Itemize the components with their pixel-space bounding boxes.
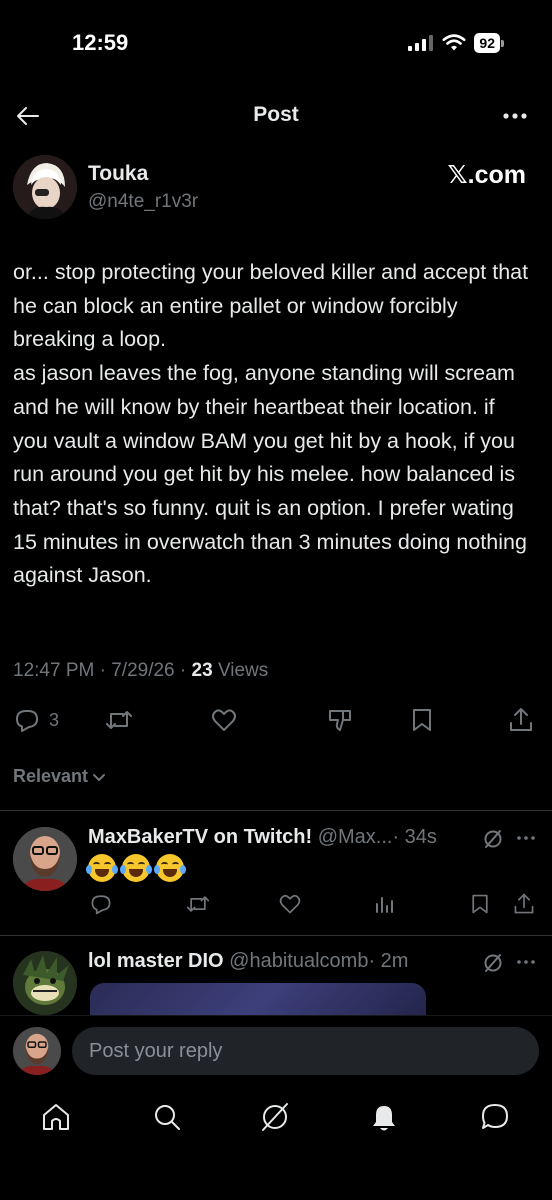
more-icon xyxy=(503,113,527,119)
author-name[interactable]: Touka xyxy=(88,162,148,186)
like-button[interactable] xyxy=(210,706,238,734)
bookmark-icon[interactable] xyxy=(469,892,491,916)
battery-indicator: 92 xyxy=(474,33,504,53)
downvote-button[interactable] xyxy=(326,706,354,734)
reply-author-handle[interactable]: @Max... xyxy=(318,826,393,848)
laughing-emoji xyxy=(154,854,186,882)
reply-header: lol master DIO @habitualcomb· 2m xyxy=(88,950,408,973)
reply-input[interactable] xyxy=(72,1027,539,1075)
repost-icon[interactable] xyxy=(185,892,211,916)
divider xyxy=(0,810,552,811)
views-count: 23 xyxy=(191,660,213,681)
tab-notifications[interactable] xyxy=(367,1100,401,1134)
compose-avatar xyxy=(13,1027,61,1075)
views-label: Views xyxy=(217,660,269,681)
post-time: 12:47 PM xyxy=(13,660,95,681)
repost-icon xyxy=(106,711,132,729)
reply-button[interactable]: 3 xyxy=(13,706,59,734)
bookmark-icon xyxy=(413,709,431,731)
author-handle[interactable]: @n4te_r1v3r xyxy=(88,191,198,213)
like-icon[interactable] xyxy=(278,892,302,916)
tab-messages[interactable] xyxy=(478,1100,512,1134)
reply-count: 3 xyxy=(49,709,60,730)
reply-header: MaxBakerTV on Twitch! @Max...· 34s xyxy=(88,826,437,849)
post-metadata: 12:47 PM · 7/29/26 · 23 Views xyxy=(13,660,268,682)
downvote-icon xyxy=(329,710,351,731)
signal-icon xyxy=(408,35,434,51)
repost-button[interactable] xyxy=(104,706,134,734)
share-icon[interactable] xyxy=(512,892,536,916)
like-icon xyxy=(212,709,236,731)
wifi-icon xyxy=(442,34,466,51)
reply-time: · 2m xyxy=(368,950,409,972)
views-icon[interactable] xyxy=(373,892,397,916)
status-time: 12:59 xyxy=(72,30,129,55)
author-avatar[interactable] xyxy=(13,155,77,219)
sort-replies-dropdown[interactable]: Relevant xyxy=(13,766,106,787)
divider xyxy=(0,935,552,936)
battery-level: 92 xyxy=(474,33,500,53)
laughing-emoji xyxy=(120,854,152,882)
meta-separator: · xyxy=(99,660,106,681)
home-icon xyxy=(43,1104,69,1130)
reply-author-name[interactable]: MaxBakerTV on Twitch! xyxy=(88,826,312,848)
tab-home[interactable] xyxy=(39,1100,73,1134)
grok-icon[interactable] xyxy=(482,828,504,850)
reply-text xyxy=(86,854,186,882)
reply-avatar[interactable] xyxy=(13,827,77,891)
reply-author-name[interactable]: lol master DIO xyxy=(88,950,224,972)
reply-time: · 34s xyxy=(392,826,437,848)
laughing-emoji xyxy=(86,854,118,882)
reply-author-handle[interactable]: @habitualcomb xyxy=(229,950,368,972)
post-date: 7/29/26 xyxy=(111,660,175,681)
share-icon xyxy=(510,708,532,731)
chevron-down-icon xyxy=(93,773,106,781)
source-watermark: 𝕏.com xyxy=(447,161,527,189)
sort-label: Relevant xyxy=(13,766,89,786)
reply-avatar[interactable] xyxy=(13,951,77,1015)
meta-separator: · xyxy=(179,660,187,681)
search-icon xyxy=(155,1105,180,1130)
grok-icon xyxy=(262,1103,288,1131)
grok-icon[interactable] xyxy=(482,952,504,974)
tab-grok[interactable] xyxy=(258,1100,292,1134)
reply-icon[interactable] xyxy=(89,892,113,916)
more-icon[interactable] xyxy=(516,958,536,966)
bookmark-button[interactable] xyxy=(409,706,435,734)
post-text: or... stop protecting your beloved kille… xyxy=(13,260,529,588)
share-button[interactable] xyxy=(507,706,535,734)
more-options-button[interactable] xyxy=(502,106,528,126)
more-icon[interactable] xyxy=(516,834,536,842)
messages-icon xyxy=(482,1104,508,1129)
status-icons: 92 xyxy=(408,33,504,53)
page-title: Post xyxy=(253,103,299,126)
bell-icon xyxy=(373,1106,395,1131)
reply-icon xyxy=(16,710,38,732)
tab-search[interactable] xyxy=(150,1100,184,1134)
